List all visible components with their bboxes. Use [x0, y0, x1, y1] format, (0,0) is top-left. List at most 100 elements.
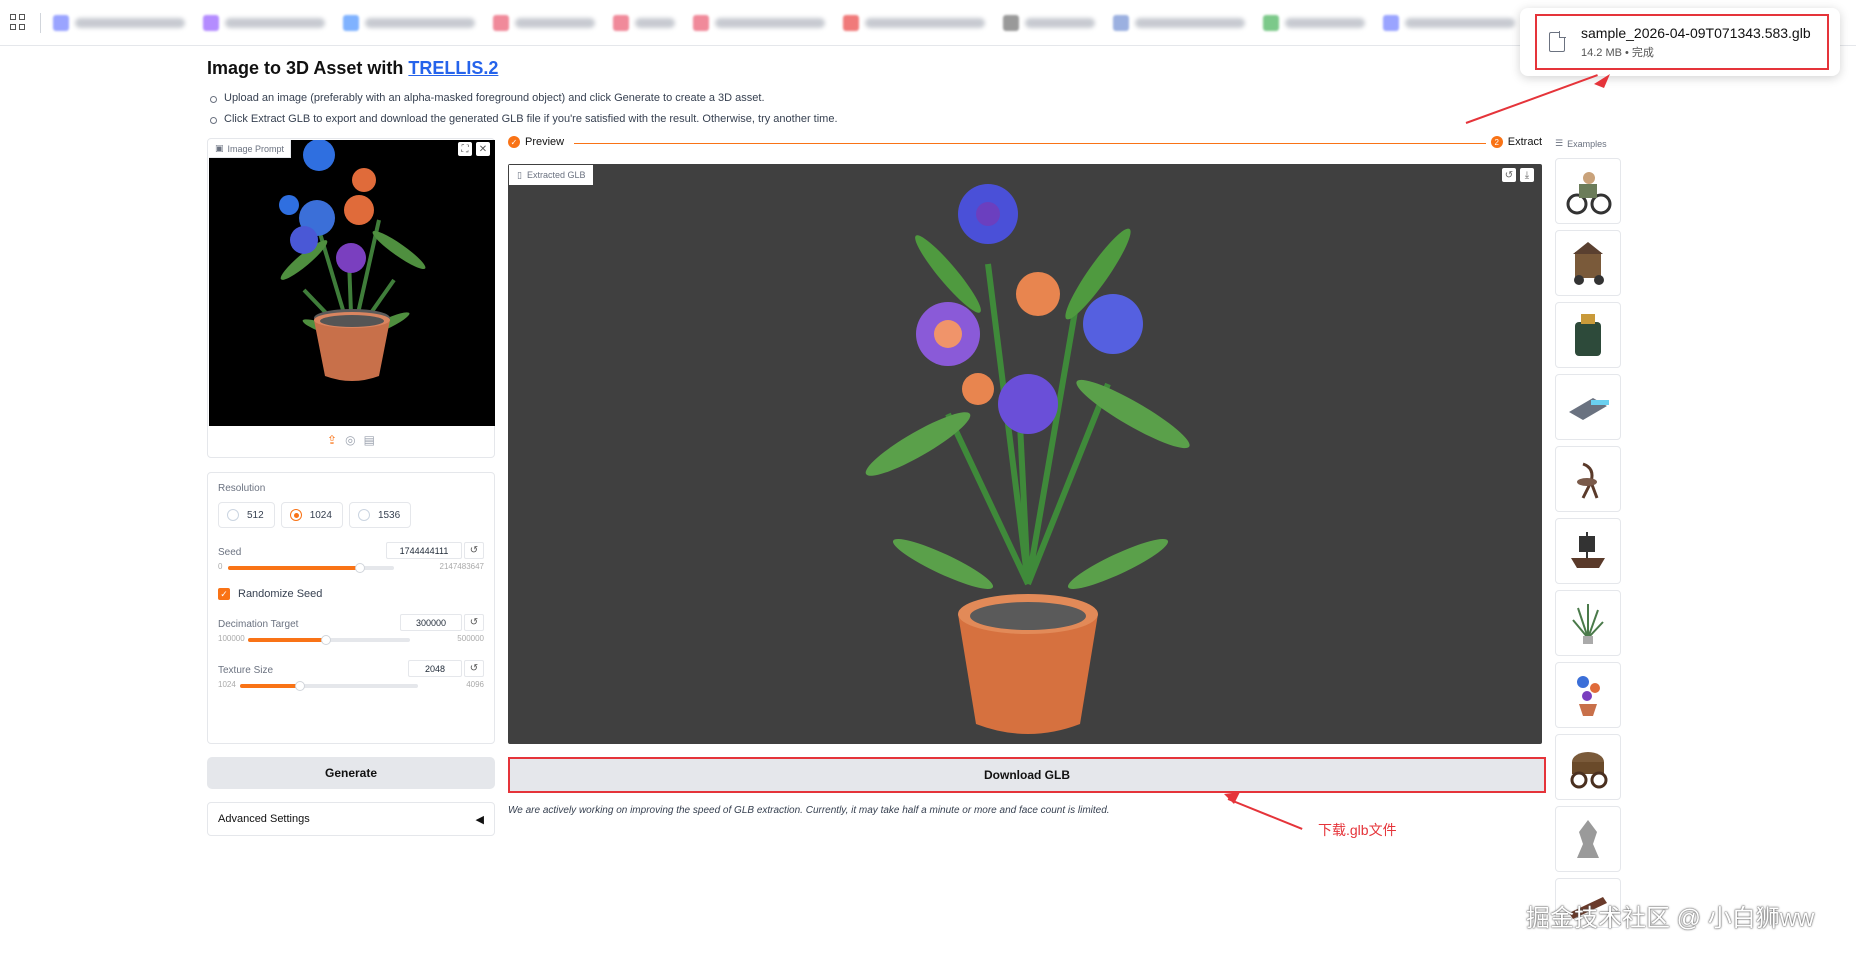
image-icon: ▣ [215, 143, 224, 153]
example-thumbnail[interactable] [1555, 446, 1621, 512]
file-icon-small: ▯ [517, 169, 522, 180]
texture-input[interactable]: 2048 [408, 660, 462, 677]
bookmark-item[interactable] [53, 14, 185, 31]
watermark: 掘金技术社区 @ 小白狮ww [1526, 905, 1815, 932]
resolution-512-radio[interactable]: 512 [218, 502, 275, 528]
radio-label: 1536 [377, 509, 401, 521]
instruction-item: Click Extract GLB to export and download… [210, 109, 838, 130]
decimation-slider[interactable] [248, 635, 410, 645]
bookmark-item[interactable] [1383, 14, 1515, 31]
trellis-link[interactable]: TRELLIS.2 [408, 58, 498, 78]
seed-slider-row: 0 2147483647 [218, 562, 484, 574]
download-glb-button[interactable]: Download GLB [508, 757, 1546, 793]
title-prefix: Image to 3D Asset with [207, 58, 409, 78]
advanced-settings-label: Advanced Settings [218, 813, 310, 825]
example-thumbnail[interactable] [1555, 590, 1621, 656]
webcam-icon[interactable]: ◎ [345, 433, 355, 447]
image-tools: ⛶ ✕ [458, 142, 490, 156]
extracted-glb-label: ▯ Extracted GLB [509, 165, 594, 185]
radio-label: 1024 [309, 509, 332, 521]
decimation-reset-icon[interactable]: ↺ [464, 614, 484, 631]
image-prompt-panel: ▣ Image Prompt ⛶ ✕ ⇪ ◎ ▤ [207, 138, 495, 458]
example-thumbnail[interactable] [1555, 230, 1621, 296]
texture-slider[interactable] [240, 681, 418, 691]
step-preview-label: Preview [525, 136, 565, 148]
bookmark-item[interactable] [1113, 14, 1245, 31]
download-meta: 14.2 MB • 完成 [1581, 46, 1654, 59]
seed-slider[interactable] [228, 563, 394, 573]
apps-grid-icon[interactable] [10, 13, 28, 32]
seed-max: 2147483647 [439, 562, 485, 571]
seed-input[interactable]: 1744444111 [386, 542, 462, 559]
randomize-seed-checkbox[interactable]: ✓ [218, 588, 230, 600]
step-number-icon: 2 [1490, 136, 1503, 148]
example-thumbnail[interactable] [1555, 806, 1621, 872]
generate-button[interactable]: Generate [207, 757, 495, 789]
decimation-input[interactable]: 300000 [400, 614, 462, 631]
resolution-1024-radio[interactable]: 1024 [280, 502, 343, 528]
step-extract-label: Extract [1507, 136, 1542, 148]
extracted-glb-label-text: Extracted GLB [526, 170, 586, 180]
extraction-note: We are actively working on improving the… [508, 805, 1110, 816]
example-thumbnail[interactable] [1555, 734, 1621, 800]
radio-dot [227, 509, 239, 521]
texture-reset-icon[interactable]: ↺ [464, 660, 484, 677]
radio-label: 512 [247, 509, 264, 521]
examples-list [1555, 158, 1621, 934]
undo-icon[interactable]: ↺ [1502, 168, 1516, 182]
close-icon[interactable]: ✕ [476, 142, 490, 156]
step-extract[interactable]: 2 Extract [1490, 136, 1542, 148]
example-thumbnail[interactable] [1555, 374, 1621, 440]
advanced-settings-accordion[interactable]: Advanced Settings ◀ [207, 802, 495, 836]
texture-min: 1024 [218, 680, 236, 689]
download-item[interactable]: sample_2026-04-09T071343.583.glb 14.2 MB… [1535, 14, 1829, 70]
step-preview[interactable]: ✓ Preview [508, 136, 564, 148]
clipboard-icon[interactable]: ▤ [364, 433, 375, 447]
bookmark-item[interactable] [203, 14, 325, 31]
image-prompt-label: ▣ Image Prompt [209, 140, 292, 158]
bookmark-item[interactable] [843, 14, 985, 31]
bookmark-item[interactable] [493, 14, 595, 31]
progress-stepper: ✓ Preview 2 Extract [508, 136, 1542, 152]
upload-icon[interactable]: ⇪ [327, 433, 337, 447]
instruction-item: Upload an image (preferably with an alph… [210, 88, 838, 109]
bookmark-item[interactable] [1003, 14, 1095, 31]
radio-dot [357, 509, 370, 521]
fullscreen-icon[interactable]: ⛶ [458, 142, 472, 156]
bookmark-item[interactable] [613, 14, 675, 31]
viewer-tools: ↺ ⤓ [1502, 168, 1534, 182]
example-thumbnail[interactable] [1555, 518, 1621, 584]
randomize-seed-row[interactable]: ✓ Randomize Seed [218, 588, 484, 600]
seed-slider-knob[interactable] [355, 563, 365, 573]
glb-viewer[interactable]: ▯ Extracted GLB ↺ ⤓ [508, 164, 1542, 744]
bookmark-item[interactable] [1263, 14, 1365, 31]
resolution-radio-group: 512 1024 1536 [218, 502, 484, 528]
decimation-slider-knob[interactable] [321, 635, 331, 645]
examples-header: ☰ Examples [1555, 138, 1607, 149]
3d-flower-model [865, 184, 1190, 734]
example-thumbnail[interactable] [1555, 662, 1621, 728]
annotation-arrow-top [1465, 74, 1598, 124]
instructions-list: Upload an image (preferably with an alph… [210, 88, 838, 130]
example-thumbnail[interactable] [1555, 158, 1621, 224]
texture-slider-row: 1024 4096 [218, 680, 484, 692]
example-thumbnail[interactable] [1555, 302, 1621, 368]
annotation-arrowhead-top [1594, 74, 1610, 88]
seed-reset-icon[interactable]: ↺ [464, 542, 484, 559]
download-popup: sample_2026-04-09T071343.583.glb 14.2 MB… [1520, 8, 1840, 76]
caret-left-icon: ◀ [475, 813, 484, 826]
bookmark-item[interactable] [693, 14, 825, 31]
image-prompt-label-text: Image Prompt [227, 143, 285, 154]
decimation-row: Decimation Target 300000 ↺ [218, 614, 484, 634]
image-prompt-preview[interactable] [209, 140, 495, 426]
download-icon[interactable]: ⤓ [1520, 168, 1534, 182]
texture-slider-fill [240, 684, 300, 688]
seed-min: 0 [218, 562, 223, 571]
seed-slider-fill [228, 566, 360, 570]
bookmark-item[interactable] [343, 14, 475, 31]
texture-row: Texture Size 2048 ↺ [218, 660, 484, 680]
settings-panel: Resolution 512 1024 1536 Seed 1744444111… [207, 472, 495, 744]
resolution-1536-radio[interactable]: 1536 [348, 502, 412, 528]
texture-slider-knob[interactable] [295, 681, 305, 691]
radio-dot [289, 509, 302, 521]
